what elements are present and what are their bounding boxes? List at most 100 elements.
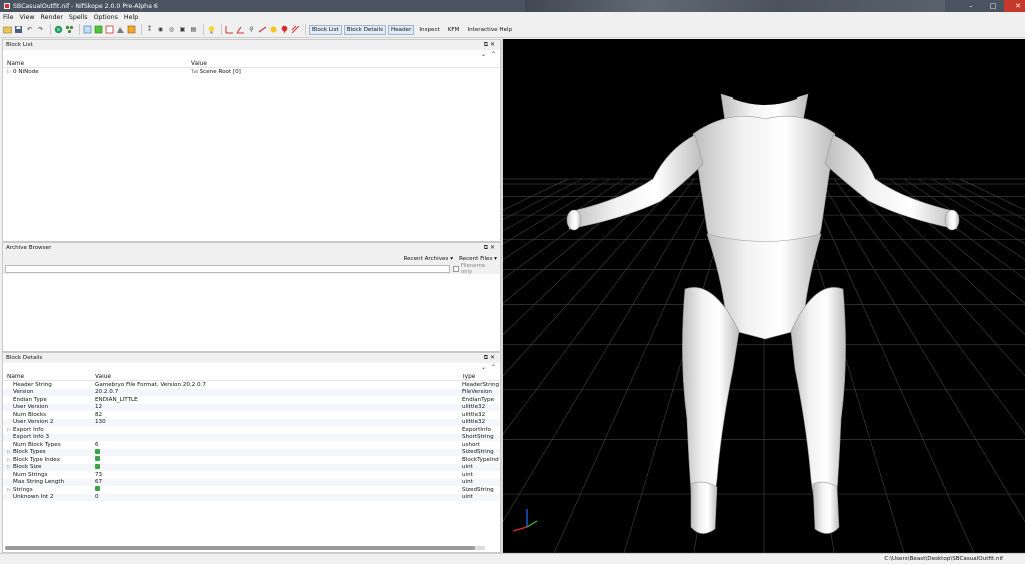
red-cube-icon[interactable] <box>105 25 114 34</box>
green-cube-icon[interactable] <box>94 25 103 34</box>
column-value[interactable]: Value <box>95 374 462 380</box>
array-icon <box>95 486 100 492</box>
collapse-all-icon[interactable]: ⌃ <box>491 364 496 371</box>
block-name: 0 NiNode <box>13 68 39 75</box>
dock-controls[interactable]: ⧉✕ <box>484 354 497 362</box>
field-value[interactable]: 82 <box>95 412 102 418</box>
maximize-button[interactable]: □ <box>982 0 1004 12</box>
header-toggle[interactable]: Header <box>388 24 415 35</box>
details-row[interactable]: ▷ Block Size uint <box>3 463 500 471</box>
details-row[interactable]: Version 20.2.0.7 FileVersion <box>3 388 500 396</box>
panel-title: Block List <box>6 42 33 48</box>
details-row[interactable]: Header String Gamebryo File Format, Versi… <box>3 381 500 389</box>
horizontal-scrollbar[interactable] <box>5 546 485 550</box>
filename-only-checkbox[interactable] <box>452 266 459 272</box>
details-row[interactable]: Num Blocks 82 ulittle32 <box>3 411 500 419</box>
open-file-icon[interactable] <box>3 25 12 34</box>
details-row[interactable]: ▷ Block Types SizedString <box>3 448 500 456</box>
neck-hole <box>731 77 799 105</box>
block-details-rows: Header String Gamebryo File Format, Versi… <box>3 381 500 501</box>
collision-icon[interactable] <box>291 25 300 34</box>
minimize-button[interactable]: – <box>960 0 982 12</box>
details-row[interactable]: ▷ Export Info ExportInfo <box>3 426 500 434</box>
field-name: Endian Type <box>13 396 47 403</box>
menu-render[interactable]: Render <box>41 14 63 21</box>
menu-file[interactable]: File <box>3 14 14 21</box>
field-name: Header String <box>13 381 52 388</box>
constraint-icon[interactable] <box>258 25 267 34</box>
dock-controls[interactable]: ⧉✕ <box>484 244 497 252</box>
axes-alt-icon[interactable] <box>236 25 245 34</box>
frame-icon[interactable]: ▣ <box>178 25 187 34</box>
details-row[interactable]: ▷ Block Type Index BlockTypeInd <box>3 456 500 464</box>
kfm-toggle[interactable]: KFM <box>445 25 463 35</box>
screenshot-icon[interactable]: ▤ <box>189 25 198 34</box>
block-details-toggle[interactable]: Block Details <box>343 24 386 35</box>
marker-icon[interactable] <box>280 25 289 34</box>
field-value[interactable]: Gamebryo File Format, Version 20.2.0.7 <box>95 382 206 388</box>
column-name[interactable]: Name <box>3 61 191 67</box>
details-row[interactable]: Endian Type ENDIAN_LITTLE EndianType <box>3 396 500 404</box>
column-type[interactable]: Type <box>462 374 500 380</box>
interactive-help-toggle[interactable]: Interactive Help <box>464 25 515 35</box>
archive-filter-input[interactable] <box>5 265 450 273</box>
details-row[interactable]: Max String Length 67 uint <box>3 478 500 486</box>
details-row[interactable]: Unknown Int 2 0 uint <box>3 493 500 501</box>
recent-archives-dropdown[interactable]: Recent Archives ▾ <box>403 256 453 262</box>
details-row[interactable]: Export Info 3 ShortString <box>3 433 500 441</box>
nodes-icon[interactable] <box>65 25 74 34</box>
block-list-row[interactable]: ▷ 0 NiNode Txt Scene Root [0] <box>3 68 500 76</box>
sun-icon[interactable] <box>269 25 278 34</box>
close-button[interactable]: ✕ <box>1004 0 1025 12</box>
dock-controls[interactable]: ⧉✕ <box>484 41 497 49</box>
details-row[interactable]: Num Strings 73 uint <box>3 471 500 479</box>
menu-help[interactable]: Help <box>124 14 138 21</box>
field-value[interactable]: 73 <box>95 472 102 478</box>
menu-options[interactable]: Options <box>94 14 118 21</box>
view-cube-icon[interactable] <box>83 25 92 34</box>
field-value[interactable]: 130 <box>95 419 106 425</box>
inspect-toggle[interactable]: Inspect <box>416 25 442 35</box>
collapse-all-icon[interactable]: ⌃ <box>491 51 496 58</box>
field-value[interactable]: 67 <box>95 479 102 485</box>
block-value: Scene Root [0] <box>199 68 241 75</box>
details-row[interactable]: User Version 12 ulittle32 <box>3 403 500 411</box>
lighting-icon[interactable]: ⁑ <box>145 25 154 34</box>
field-type: SizedString <box>462 486 494 493</box>
field-value[interactable]: ENDIAN_LITTLE <box>95 397 138 403</box>
expand-all-icon[interactable]: ⌄ <box>481 51 486 58</box>
shaded-cube-icon[interactable] <box>127 25 136 34</box>
eye-alt-icon[interactable]: ◎ <box>167 25 176 34</box>
field-type: ShortString <box>462 434 494 441</box>
details-row[interactable]: Num Block Types 6 ushort <box>3 441 500 449</box>
details-row[interactable]: User Version 2 130 ulittle32 <box>3 418 500 426</box>
menu-view[interactable]: View <box>20 14 35 21</box>
title-bar: SBCasualOutfit.nif - NifSkope 2.0.0 Pre-… <box>0 0 1025 12</box>
redo-icon[interactable]: ↷ <box>36 25 45 34</box>
globe-icon[interactable] <box>54 25 63 34</box>
undo-icon[interactable]: ↶ <box>25 25 34 34</box>
column-name[interactable]: Name <box>3 374 95 380</box>
field-value[interactable]: 0 <box>95 494 99 500</box>
save-file-icon[interactable] <box>14 25 23 34</box>
panel-title: Block Details <box>6 355 43 361</box>
details-row[interactable]: ▷ Strings SizedString <box>3 486 500 494</box>
eye-icon[interactable]: ◉ <box>156 25 165 34</box>
recent-files-dropdown[interactable]: Recent Files ▾ <box>459 256 497 262</box>
render-viewport[interactable] <box>503 39 1025 553</box>
texture-icon[interactable] <box>116 25 125 34</box>
axes-icon[interactable] <box>225 25 234 34</box>
skeleton-icon[interactable]: ⚲ <box>247 25 256 34</box>
file-path: C:\Users\Beast\Desktop\SBCasualOutfit.ni… <box>884 556 1003 562</box>
block-list-header: Block List ⧉✕ <box>3 40 500 50</box>
expand-all-icon[interactable]: ⌄ <box>481 364 486 371</box>
column-value[interactable]: Value <box>191 61 207 67</box>
block-list-toggle[interactable]: Block List <box>309 24 342 35</box>
field-name: Num Blocks <box>13 411 46 418</box>
field-value[interactable]: 20.2.0.7 <box>95 389 118 395</box>
field-value[interactable]: 12 <box>95 404 102 410</box>
toolbar-separator <box>79 24 80 35</box>
field-value[interactable]: 6 <box>95 442 99 448</box>
light-bulb-icon[interactable] <box>207 25 216 34</box>
menu-spells[interactable]: Spells <box>69 14 88 21</box>
